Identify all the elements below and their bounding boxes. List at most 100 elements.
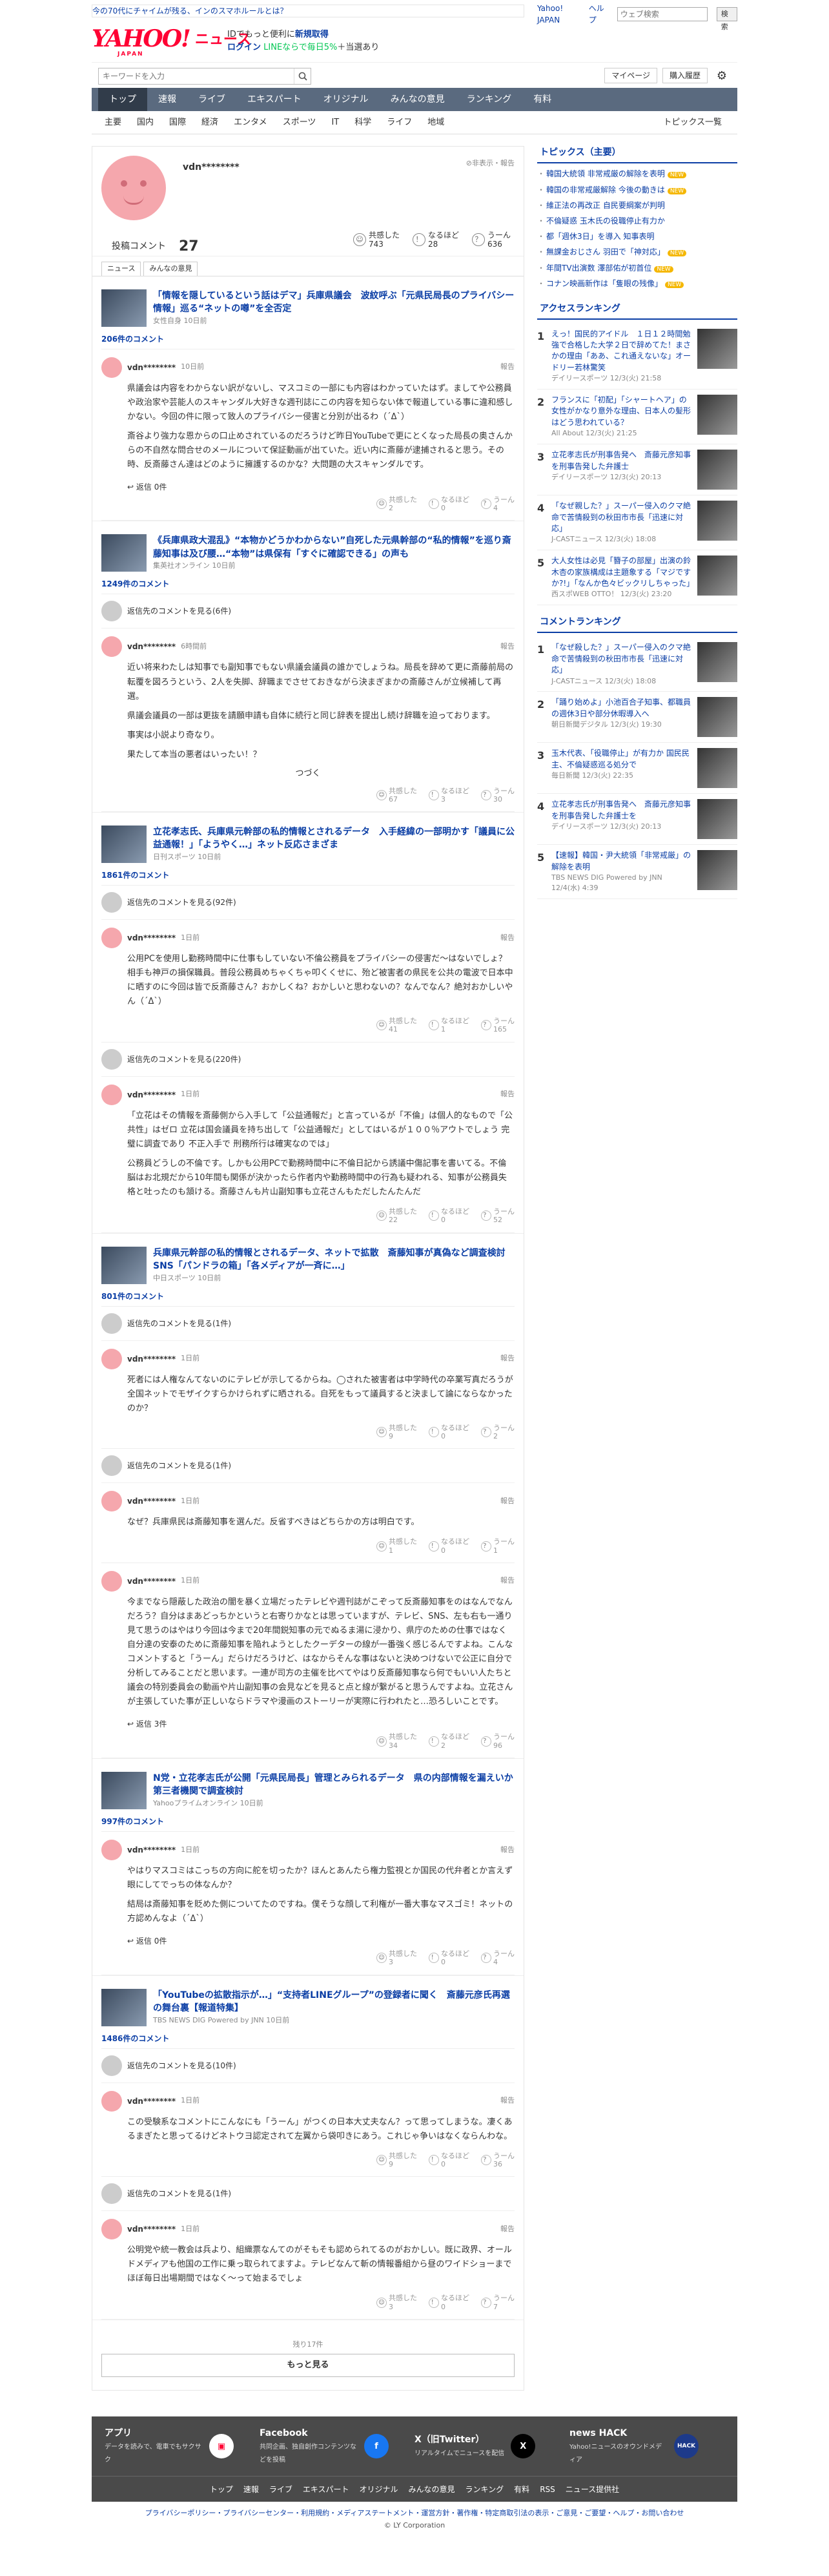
footer-nav-item[interactable]: トップ (210, 2484, 233, 2495)
topic-item[interactable]: 無課金おじさん 羽田で「神対応」NEW (537, 244, 737, 260)
comment-username[interactable]: vdn******** (127, 641, 176, 652)
comment-report-link[interactable]: 報告 (500, 641, 515, 652)
footer-nav-item[interactable]: ライブ (269, 2484, 292, 2495)
topics-list-link[interactable]: トピックス一覧 (657, 116, 731, 129)
article-thumbnail[interactable] (101, 825, 147, 863)
comment-report-link[interactable]: 報告 (500, 1845, 515, 1856)
login-link[interactable]: ログイン (227, 43, 261, 52)
ranking-item[interactable]: 3 立花孝志氏が刑事告発へ 斎藤元彦知事を刑事告発した弁護士 デイリースポーツ 12… (537, 444, 737, 496)
reaction-insight-button[interactable]: ！なるほど 0 (429, 495, 469, 512)
reaction-empathy-button[interactable]: ☺ 共感した 67 (376, 787, 417, 804)
cat-entertainment[interactable]: エンタメ (227, 116, 276, 129)
web-search-button[interactable]: 検索 (716, 7, 737, 31)
web-search-input[interactable] (617, 7, 708, 21)
topic-item[interactable]: 年間TV出演数 澤部佑が初首位NEW (537, 260, 737, 276)
topic-item[interactable]: 都「週休3日」を導入 知事表明 (537, 229, 737, 244)
reaction-empathy-button[interactable]: ☺ 共感した 3 (376, 2294, 417, 2311)
reaction-insight-button[interactable]: ！なるほど 0 (429, 1537, 469, 1555)
reply-thread-link[interactable]: 返信先のコメントを見る(1件) (101, 2177, 515, 2212)
footer-x[interactable]: X（旧Twitter） リアルタイムでニュースを配信 X (414, 2433, 544, 2460)
ranking-item[interactable]: 1 「なぜ殺した？」スーパー侵入のクマ絶命で苦情殺到の秋田市市長「迅速に対応」 J-… (537, 637, 737, 692)
comment-count-link[interactable]: 801件のコメント (101, 1291, 515, 1307)
reply-thread-link[interactable]: 返信先のコメントを見る(220件) (101, 1043, 515, 1077)
cat-international[interactable]: 国際 (163, 116, 195, 129)
ranking-item[interactable]: 2 「踊り始めよ」小池百合子知事、都職員の週休3日や部分休暇導入へ 朝日新聞デジタル… (537, 692, 737, 743)
reaction-hmm-button[interactable]: ？うーん 7 (481, 2294, 515, 2311)
load-more-button[interactable]: もっと見る (101, 2354, 515, 2378)
reaction-insight-button[interactable]: ！なるほど 0 (429, 2152, 469, 2168)
topic-item[interactable]: 韓国大統領 非常戒厳の解除を表明NEW (537, 166, 737, 182)
tab-opinions[interactable]: みんなの意見 (143, 262, 198, 276)
article-title[interactable]: 「YouTubeの拡散指示が…」“支持者LINEグループ”の登録者に聞く 斎藤元… (153, 1990, 510, 2014)
reaction-hmm-button[interactable]: ？うーん 96 (481, 1732, 515, 1750)
comment-report-link[interactable]: 報告 (500, 2224, 515, 2235)
footer-nav-item[interactable]: みんなの意見 (409, 2484, 455, 2495)
topic-item[interactable]: 不倫疑惑 玉木氏の役職停止有力か (537, 213, 737, 229)
cat-science[interactable]: 科学 (348, 116, 380, 129)
article-title[interactable]: 立花孝志氏、兵庫県元幹部の私的情報とされるデータ 入手経緯の一部明かす「議員に公… (153, 827, 515, 851)
comment-report-link[interactable]: 報告 (500, 1353, 515, 1364)
footer-nav-item[interactable]: 有料 (514, 2484, 529, 2495)
footer-nav-item[interactable]: オリジナル (360, 2484, 398, 2495)
comment-username[interactable]: vdn******** (127, 2095, 176, 2107)
reaction-insight-button[interactable]: ！なるほど 0 (429, 1207, 469, 1224)
reaction-empathy-button[interactable]: ☺ 共感した 41 (376, 1017, 417, 1034)
topic-item[interactable]: 韓国の非常戒厳解除 今後の動きはNEW (537, 182, 737, 198)
comment-count-link[interactable]: 1486件のコメント (101, 2033, 515, 2049)
reaction-empathy-button[interactable]: ☺ 共感した 1 (376, 1537, 417, 1555)
ranking-item[interactable]: 5 【速報】韓国・尹大統領「非常戒厳」の解除を表明 TBS NEWS DIG Pow… (537, 845, 737, 900)
ranking-item[interactable]: 1 えっ！国民的アイドル １日１２時間勉強で合格した大学２日で辞めてた！まさかの理… (537, 324, 737, 390)
article-thumbnail[interactable] (101, 1771, 147, 1809)
comment-count-link[interactable]: 1861件のコメント (101, 869, 515, 886)
footer-links[interactable]: プライバシーポリシー・プライバシーセンター・利用規約・メディアステートメント・運… (92, 2502, 737, 2519)
comment-report-link[interactable]: 報告 (500, 1575, 515, 1586)
article-title[interactable]: 「情報を隠しているという話はデマ」兵庫県議会 波紋呼ぶ「元県民局長のプライバシー… (153, 291, 514, 315)
reply-count-button[interactable]: ↩ 返信 0件 (101, 1931, 515, 1947)
reaction-insight-button[interactable]: ！なるほど 0 (429, 1424, 469, 1440)
reaction-hmm-button[interactable]: ？うーん 1 (481, 1537, 515, 1555)
reply-count-button[interactable]: ↩ 返信 0件 (101, 477, 515, 493)
reply-thread-link[interactable]: 返信先のコメントを見る(1件) (101, 1449, 515, 1484)
article-thumbnail[interactable] (101, 289, 147, 327)
line-promo[interactable]: LINEならで毎日5% (263, 43, 337, 52)
footer-facebook[interactable]: Facebook 共同企画、独自創作コンテンツなどを投稿 f (260, 2427, 389, 2466)
cat-life[interactable]: ライフ (380, 116, 421, 129)
footer-newshack[interactable]: news HACK Yahoo!ニュースのオウンドメディア HACK (569, 2427, 699, 2466)
nav-tab-breaking[interactable]: 速報 (147, 88, 187, 111)
reaction-hmm-button[interactable]: ？うーん 36 (481, 2152, 515, 2168)
comment-username[interactable]: vdn******** (127, 1844, 176, 1856)
nav-tab-paid[interactable]: 有料 (522, 88, 562, 111)
ranking-item[interactable]: 4 立花孝志氏が刑事告発へ 斎藤元彦知事を刑事告発した弁護士を デイリースポーツ 1… (537, 794, 737, 846)
footer-app[interactable]: アプリ データを読みで、電車でもサクサク ▣ (105, 2427, 234, 2466)
cat-region[interactable]: 地域 (421, 116, 453, 129)
article-thumbnail[interactable] (101, 534, 147, 572)
article-title[interactable]: 《兵庫県政大混乱》“本物かどうかわからない”自死した元県幹部の“私的情報”を巡り… (153, 535, 511, 559)
comment-username[interactable]: vdn******** (127, 2223, 176, 2235)
ranking-item[interactable]: 2 フランスに「初配」「シャートヘア」の女性がかなり意外な理由、日本人の髪形はどう… (537, 390, 737, 445)
news-search-input[interactable] (99, 68, 294, 84)
comment-count-link[interactable]: 997件のコメント (101, 1816, 515, 1832)
footer-nav-item[interactable]: ランキング (466, 2484, 504, 2495)
comment-report-link[interactable]: 報告 (500, 933, 515, 944)
register-link[interactable]: 新規取得 (295, 30, 329, 39)
cat-main[interactable]: 主要 (98, 116, 130, 129)
reaction-empathy-button[interactable]: ☺ 共感した 9 (376, 2152, 417, 2168)
comment-username[interactable]: vdn******** (127, 362, 176, 373)
comment-username[interactable]: vdn******** (127, 1089, 176, 1101)
gear-icon[interactable]: ⚙ (713, 68, 731, 83)
reaction-empathy-button[interactable]: ☺ 共感した 34 (376, 1732, 417, 1750)
reaction-insight-button[interactable]: ！なるほど 2 (429, 1732, 469, 1750)
ranking-item[interactable]: 4 「なぜ親した？」スーパー侵入のクマ絶命で苦情殺到の秋田市市長「迅速に対応」 J-… (537, 495, 737, 551)
reaction-hmm-button[interactable]: ？うーん 165 (481, 1017, 515, 1034)
reaction-insight-button[interactable]: ！なるほど 1 (429, 1017, 469, 1034)
purchase-history-button[interactable]: 購入履歴 (662, 68, 708, 83)
mypage-button[interactable]: マイページ (604, 68, 657, 83)
reaction-hmm-button[interactable]: ？うーん 30 (481, 787, 515, 804)
search-icon[interactable] (294, 68, 311, 84)
comment-report-link[interactable]: 報告 (500, 362, 515, 373)
footer-nav-item[interactable]: ニュース提供社 (566, 2484, 619, 2495)
reply-thread-link[interactable]: 返信先のコメントを見る(10件) (101, 2049, 515, 2083)
footer-nav-item[interactable]: エキスパート (303, 2484, 349, 2495)
nav-tab-live[interactable]: ライブ (187, 88, 236, 111)
nav-tab-expert[interactable]: エキスパート (236, 88, 312, 111)
